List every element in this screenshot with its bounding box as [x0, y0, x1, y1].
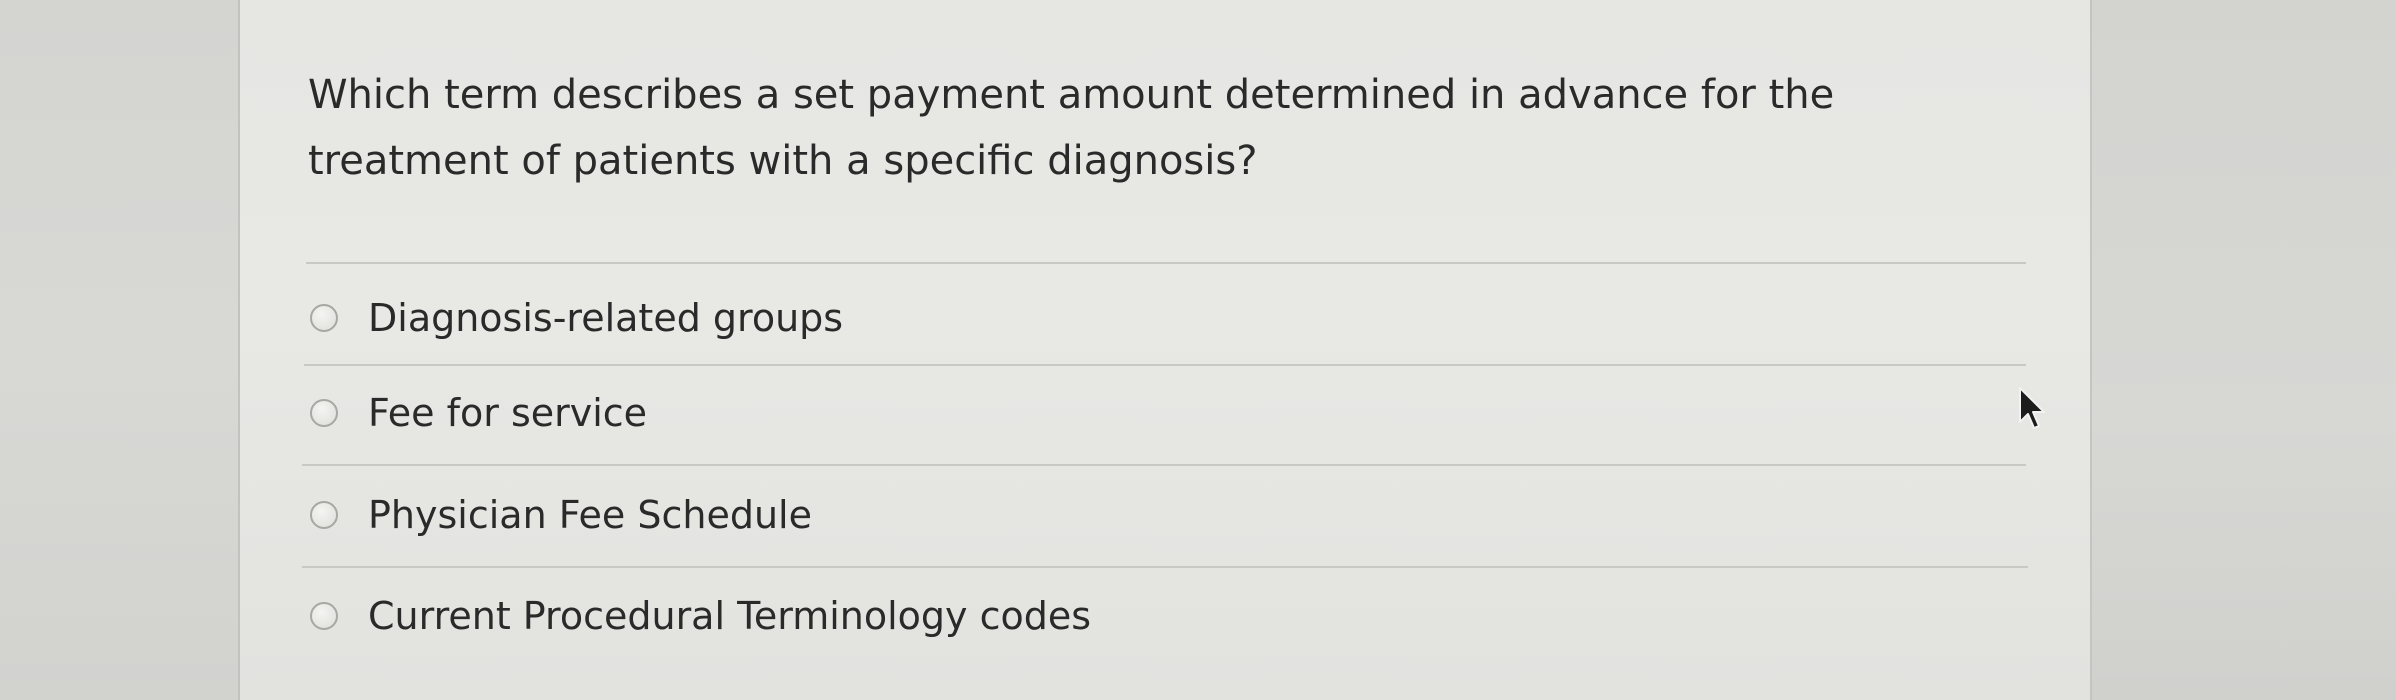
option-label: Diagnosis-related groups: [368, 296, 844, 340]
radio-button[interactable]: [310, 399, 338, 427]
option-label: Current Procedural Terminology codes: [368, 594, 1092, 638]
mouse-pointer-icon: [2019, 387, 2045, 429]
option-physician-fee-schedule[interactable]: Physician Fee Schedule: [310, 493, 812, 537]
option-current-procedural-terminology-codes[interactable]: Current Procedural Terminology codes: [310, 594, 1091, 638]
divider: [302, 464, 2026, 466]
radio-button[interactable]: [310, 501, 338, 529]
option-diagnosis-related-groups[interactable]: Diagnosis-related groups: [310, 296, 843, 340]
divider: [304, 364, 2026, 366]
option-label: Physician Fee Schedule: [368, 493, 812, 537]
right-background: [2092, 0, 2396, 700]
divider: [302, 566, 2028, 568]
option-fee-for-service[interactable]: Fee for service: [310, 391, 647, 435]
option-label: Fee for service: [368, 391, 648, 435]
radio-button[interactable]: [310, 602, 338, 630]
question-text: Which term describes a set payment amoun…: [308, 72, 1835, 184]
left-background: [0, 0, 238, 700]
divider-top: [306, 262, 2026, 264]
radio-button[interactable]: [310, 304, 338, 332]
